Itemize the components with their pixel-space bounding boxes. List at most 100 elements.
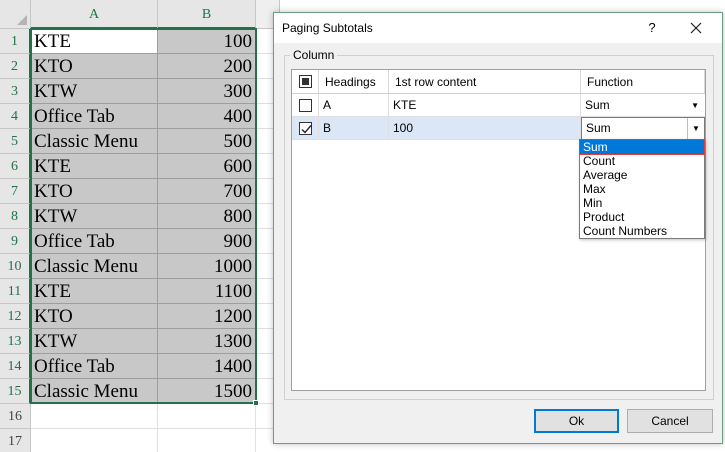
row-number[interactable]: 7 (0, 179, 31, 204)
row-number[interactable]: 16 (0, 404, 31, 429)
sheet-row: 15 Classic Menu 1500 (0, 379, 280, 404)
cell-a[interactable]: KTW (31, 79, 158, 104)
row-number[interactable]: 6 (0, 154, 31, 179)
cell-b[interactable]: 300 (158, 79, 256, 104)
sheet-row: 11 KTE 1100 (0, 279, 280, 304)
fill-handle[interactable] (253, 400, 259, 406)
row-number[interactable]: 1 (0, 29, 31, 54)
cancel-button[interactable]: Cancel (627, 409, 713, 433)
row-number[interactable]: 13 (0, 329, 31, 354)
function-value: Sum (585, 98, 610, 112)
cell-a[interactable]: KTW (31, 204, 158, 229)
cell-a[interactable]: KTO (31, 179, 158, 204)
cell-a[interactable]: KTO (31, 304, 158, 329)
row-checkbox-b[interactable] (299, 122, 312, 135)
title-bar[interactable]: Paging Subtotals ? (274, 13, 722, 43)
cell-a[interactable]: KTE (31, 279, 158, 304)
ok-button[interactable]: Ok (534, 409, 619, 433)
function-combobox-open[interactable]: Sum ▼ (581, 117, 705, 140)
sheet-row: 17 (0, 429, 280, 452)
cell-b[interactable]: 1300 (158, 329, 256, 354)
row-number[interactable]: 14 (0, 354, 31, 379)
sheet-row: 8 KTW 800 (0, 204, 280, 229)
cell-b[interactable]: 100 (158, 29, 256, 54)
row-number[interactable]: 12 (0, 304, 31, 329)
row-number[interactable]: 9 (0, 229, 31, 254)
cell-b[interactable]: 200 (158, 54, 256, 79)
sheet-row: 4 Office Tab 400 (0, 104, 280, 129)
row-checkbox-a[interactable] (299, 99, 312, 112)
column-group-label: Column (290, 48, 338, 62)
cell-b[interactable]: 1500 (158, 379, 256, 404)
cell-a[interactable]: Office Tab (31, 354, 158, 379)
cell-a[interactable]: Classic Menu (31, 129, 158, 154)
dialog-title: Paging Subtotals (282, 21, 373, 35)
cell-b[interactable] (158, 404, 256, 429)
header-first-row-content: 1st row content (389, 70, 581, 94)
dropdown-arrow-icon[interactable]: ▼ (691, 94, 699, 116)
dropdown-option[interactable]: Average (580, 168, 704, 182)
dropdown-option[interactable]: Count (580, 154, 704, 168)
dropdown-option[interactable]: Product (580, 210, 704, 224)
dropdown-option[interactable]: Min (580, 196, 704, 210)
cell-a[interactable]: KTO (31, 54, 158, 79)
column-header-a[interactable]: A (31, 0, 158, 29)
row-number[interactable]: 17 (0, 429, 31, 452)
row-number[interactable]: 11 (0, 279, 31, 304)
column-header-b[interactable]: B (158, 0, 256, 29)
cell-a[interactable]: Classic Menu (31, 254, 158, 279)
grid-row[interactable]: A KTE Sum ▼ (292, 94, 705, 117)
paging-subtotals-dialog: Paging Subtotals ? Column Headings 1st r… (273, 12, 723, 444)
cell-b[interactable]: 700 (158, 179, 256, 204)
row-number[interactable]: 5 (0, 129, 31, 154)
header-checkbox-cell[interactable] (292, 70, 319, 94)
cell-b[interactable]: 1400 (158, 354, 256, 379)
cell-b[interactable]: 1200 (158, 304, 256, 329)
row-number[interactable]: 10 (0, 254, 31, 279)
row-number[interactable]: 2 (0, 54, 31, 79)
row-first-row-content: KTE (389, 94, 581, 117)
select-all-checkbox[interactable] (299, 75, 312, 88)
cell-b[interactable]: 800 (158, 204, 256, 229)
close-button[interactable] (682, 17, 710, 39)
cell-a[interactable]: KTW (31, 329, 158, 354)
cell-a[interactable] (31, 404, 158, 429)
row-checkbox-cell[interactable] (292, 94, 319, 117)
cell-b[interactable]: 1000 (158, 254, 256, 279)
row-number[interactable]: 3 (0, 79, 31, 104)
dropdown-option[interactable]: Max (580, 182, 704, 196)
cell-b[interactable]: 900 (158, 229, 256, 254)
function-value: Sum (586, 121, 611, 135)
row-function-select[interactable]: Sum ▼ (581, 94, 705, 117)
cell-a[interactable]: Classic Menu (31, 379, 158, 404)
sheet-row: 12 KTO 1200 (0, 304, 280, 329)
row-number[interactable]: 4 (0, 104, 31, 129)
help-button[interactable]: ? (642, 19, 662, 37)
cell-a[interactable] (31, 429, 158, 452)
sheet-row: 2 KTO 200 (0, 54, 280, 79)
header-headings: Headings (319, 70, 389, 94)
cell-b[interactable]: 1100 (158, 279, 256, 304)
header-function: Function (581, 70, 705, 94)
cell-b[interactable]: 600 (158, 154, 256, 179)
cell-b[interactable]: 400 (158, 104, 256, 129)
row-checkbox-cell[interactable] (292, 117, 319, 140)
row-heading: B (319, 117, 389, 140)
row-number[interactable]: 15 (0, 379, 31, 404)
grid-row-selected[interactable]: B 100 Sum ▼ (292, 117, 705, 140)
dropdown-option[interactable]: Sum (579, 139, 705, 155)
row-heading: A (319, 94, 389, 117)
dropdown-option[interactable]: Count Numbers (580, 224, 704, 238)
close-icon (690, 22, 702, 34)
cell-a[interactable]: KTE (31, 154, 158, 179)
function-dropdown-list: Sum Count Average Max Min Product Count Number… (579, 139, 705, 239)
cell-a[interactable]: KTE (31, 29, 158, 54)
row-number[interactable]: 8 (0, 204, 31, 229)
cell-a[interactable]: Office Tab (31, 104, 158, 129)
cell-b[interactable] (158, 429, 256, 452)
cell-a[interactable]: Office Tab (31, 229, 158, 254)
select-all-corner[interactable] (0, 0, 31, 29)
dropdown-arrow-icon[interactable]: ▼ (687, 118, 704, 139)
cell-b[interactable]: 500 (158, 129, 256, 154)
sheet-row: 13 KTW 1300 (0, 329, 280, 354)
